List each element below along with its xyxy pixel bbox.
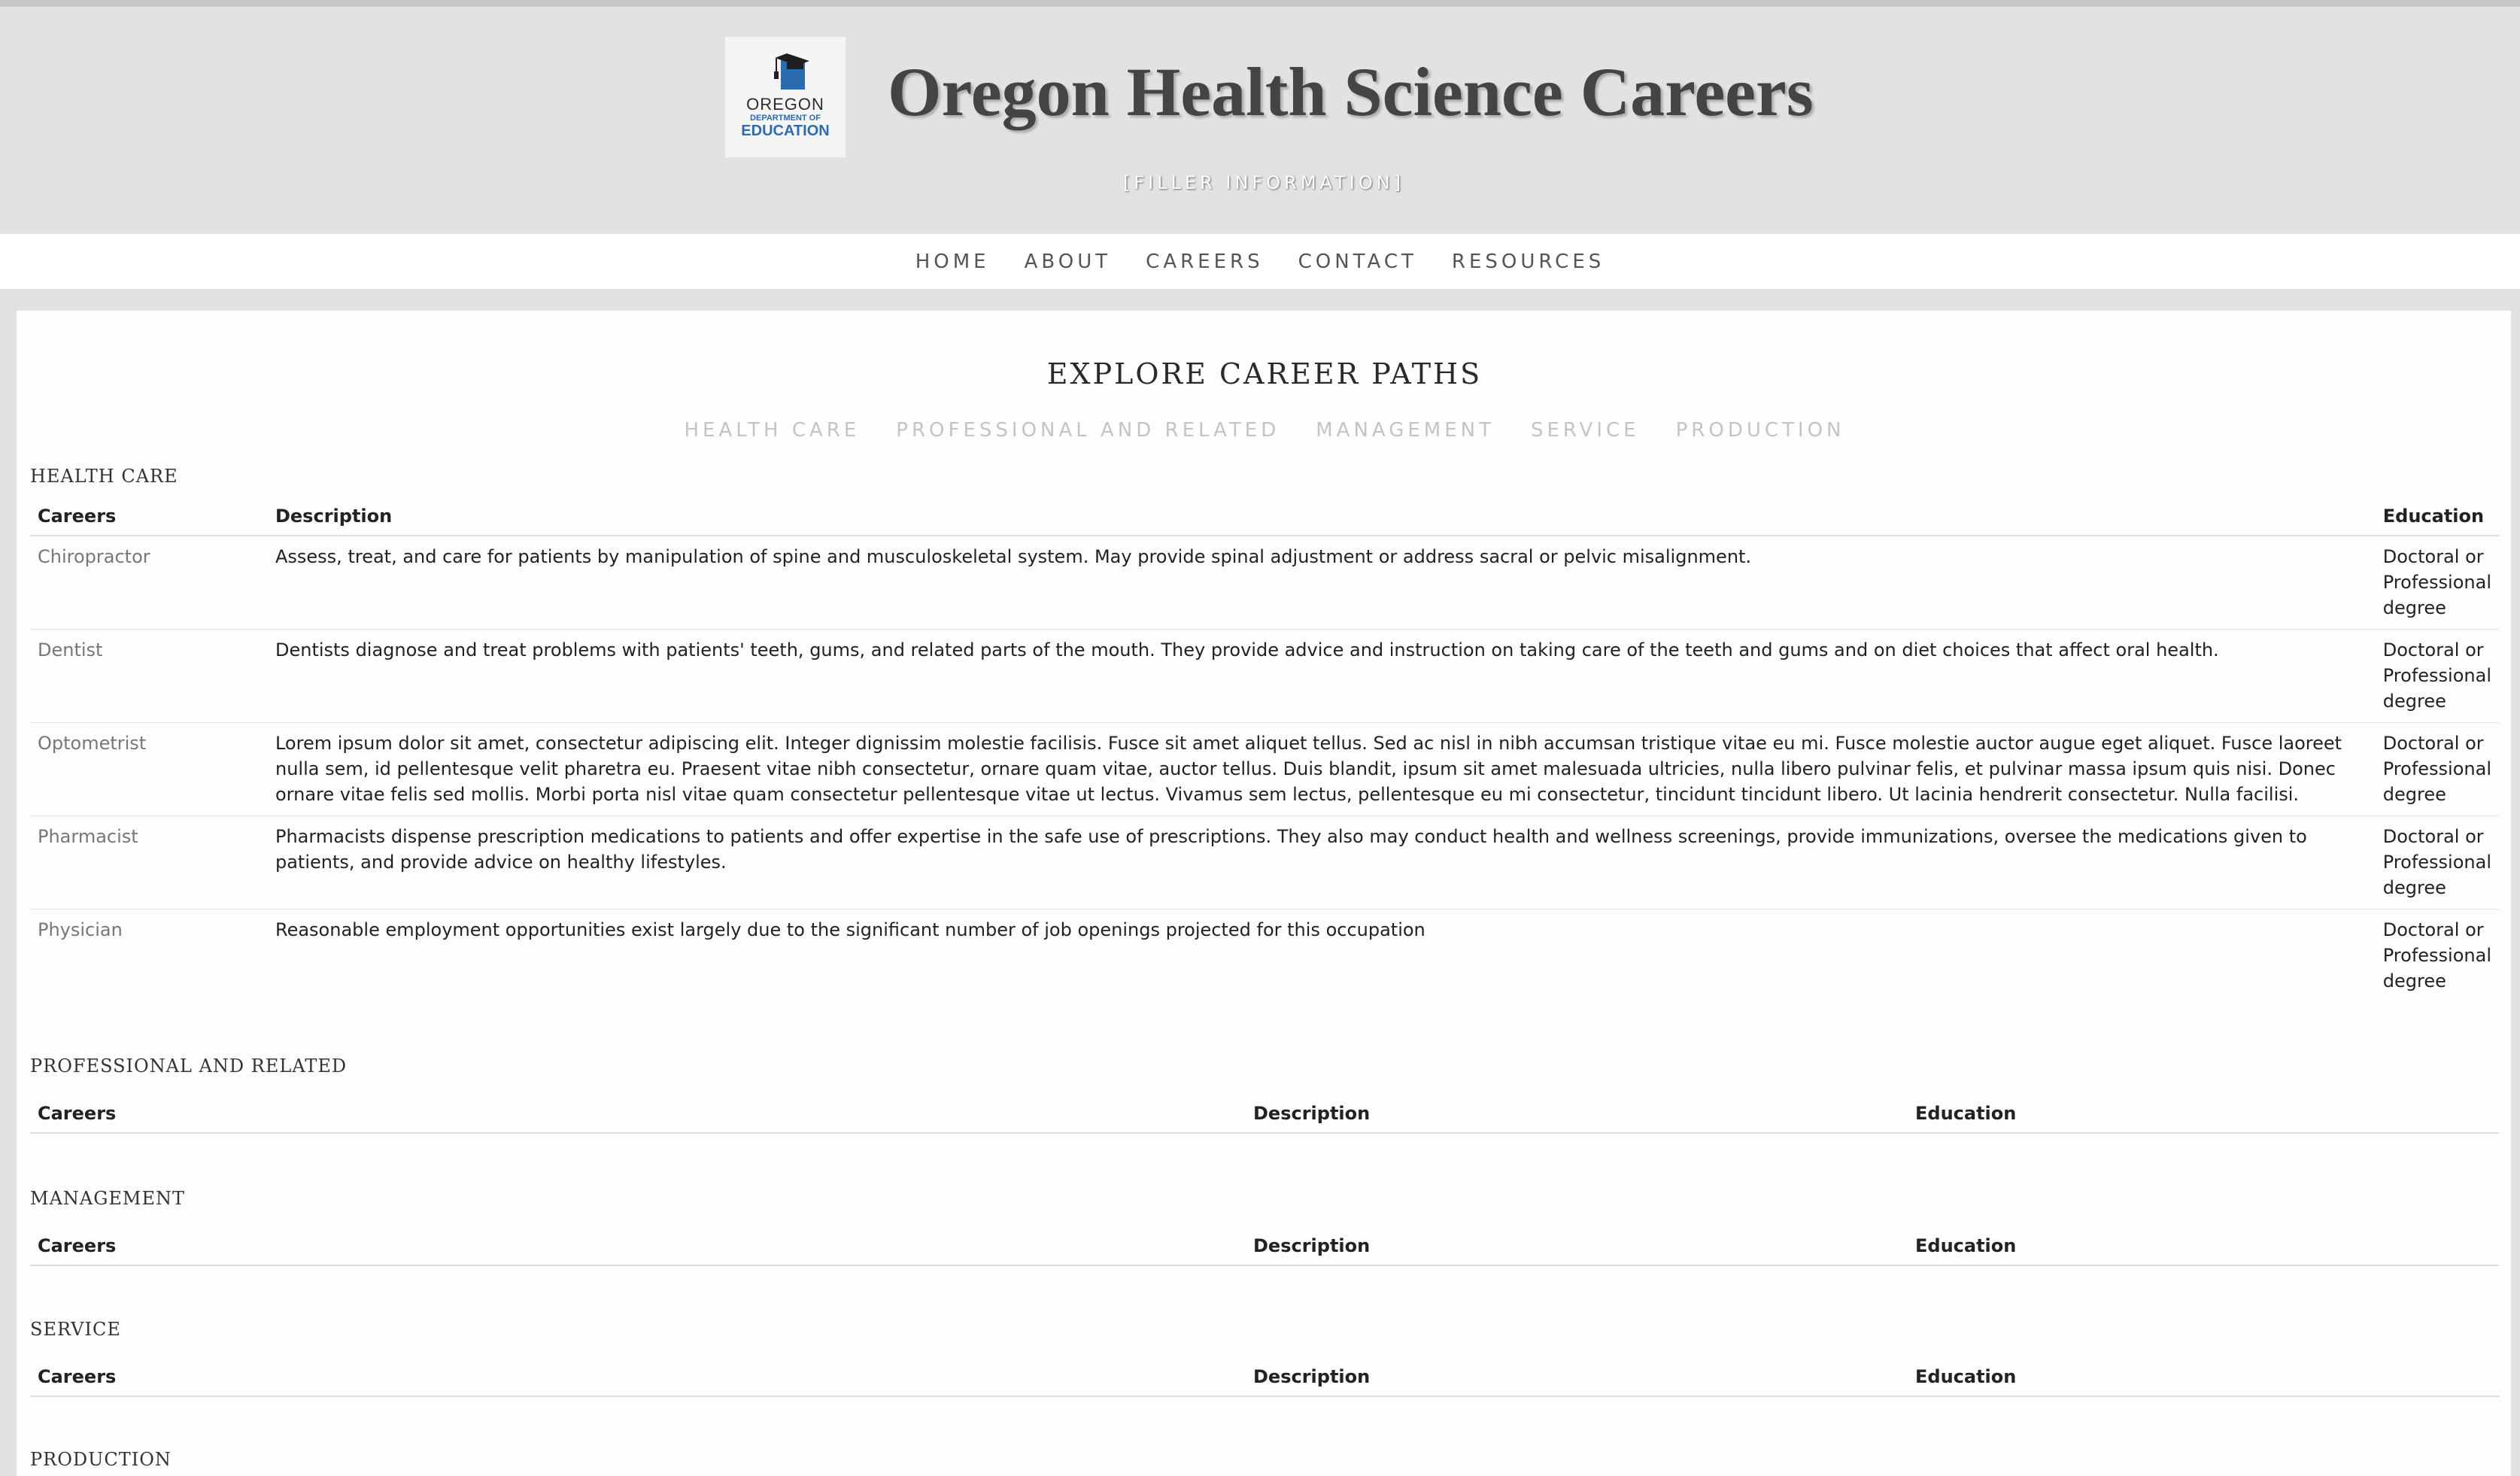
- column-header-description: Description: [1246, 1227, 1908, 1266]
- column-header-education: Education: [1908, 1095, 2499, 1134]
- section-heading-health-care: HEALTH CARE: [30, 466, 178, 487]
- nav-careers[interactable]: CAREERS: [1146, 251, 1263, 273]
- nav-home[interactable]: HOME: [915, 251, 990, 273]
- career-education: Doctoral or Professional degree: [2375, 815, 2499, 910]
- nav-resources[interactable]: RESOURCES: [1452, 251, 1605, 273]
- oregon-education-logo[interactable]: OREGON DEPARTMENT OF EDUCATION: [725, 37, 846, 157]
- career-description: Lorem ipsum dolor sit amet, consectetur …: [267, 722, 2376, 816]
- section-heading-professional-and-related: PROFESSIONAL AND RELATED: [30, 1055, 348, 1077]
- table-row: Dentist Dentists diagnose and treat prob…: [30, 629, 2499, 723]
- career-name[interactable]: Chiropractor: [30, 536, 268, 630]
- site-header: OREGON DEPARTMENT OF EDUCATION Oregon He…: [0, 7, 2520, 234]
- nav-contact[interactable]: CONTACT: [1298, 251, 1417, 273]
- career-education: Doctoral or Professional degree: [2375, 722, 2499, 816]
- tab-management[interactable]: MANAGEMENT: [1316, 419, 1495, 442]
- health-care-table: Careers Description Education Chiropract…: [30, 497, 2499, 1002]
- column-header-description: Description: [267, 497, 2376, 536]
- site-title[interactable]: Oregon Health Science Careers: [888, 50, 1866, 133]
- graduation-cap-icon: [751, 50, 820, 94]
- management-table: Careers Description Education: [30, 1227, 2499, 1266]
- main-nav: HOME ABOUT CAREERS CONTACT RESOURCES: [0, 234, 2520, 290]
- table-row: Physician Reasonable employment opportun…: [30, 909, 2499, 1002]
- section-heading-service: SERVICE: [30, 1319, 121, 1340]
- table-row: Pharmacist Pharmacists dispense prescrip…: [30, 815, 2499, 910]
- service-table: Careers Description Education: [30, 1358, 2499, 1397]
- table-header-row: Careers Description Education: [30, 1095, 2499, 1134]
- column-header-careers: Careers: [30, 1095, 1246, 1134]
- career-education: Doctoral or Professional degree: [2375, 536, 2499, 630]
- page-title: EXPLORE CAREER PATHS: [1046, 357, 1483, 390]
- column-header-careers: Careers: [30, 1227, 1246, 1266]
- table-header-row: Careers Description Education: [30, 1227, 2499, 1266]
- tab-health-care[interactable]: HEALTH CARE: [684, 419, 860, 442]
- career-name[interactable]: Physician: [30, 909, 268, 1002]
- career-description: Pharmacists dispense prescription medica…: [267, 815, 2376, 910]
- section-heading-production: PRODUCTION: [30, 1449, 172, 1470]
- column-header-education: Education: [1908, 1227, 2499, 1266]
- column-header-education: Education: [1908, 1358, 2499, 1397]
- nav-about[interactable]: ABOUT: [1025, 251, 1112, 273]
- professional-and-related-table: Careers Description Education: [30, 1095, 2499, 1134]
- column-header-careers: Careers: [30, 497, 268, 536]
- column-header-description: Description: [1246, 1358, 1908, 1397]
- career-name[interactable]: Dentist: [30, 629, 268, 723]
- table-header-row: Careers Description Education: [30, 1358, 2499, 1397]
- tab-service[interactable]: SERVICE: [1531, 419, 1640, 442]
- top-border: [0, 0, 2520, 7]
- career-education: Doctoral or Professional degree: [2382, 919, 2491, 992]
- site-tagline: [FILLER INFORMATION]: [1122, 172, 1405, 193]
- career-name[interactable]: Optometrist: [30, 722, 268, 816]
- table-row: Optometrist Lorem ipsum dolor sit amet, …: [30, 722, 2499, 816]
- logo-text-oregon: OREGON: [746, 95, 824, 114]
- tab-professional-and-related[interactable]: PROFESSIONAL AND RELATED: [896, 419, 1280, 442]
- column-header-description: Description: [1246, 1095, 1908, 1134]
- logo-text-education: EDUCATION: [741, 123, 830, 139]
- category-tabs: HEALTH CARE PROFESSIONAL AND RELATED MAN…: [17, 419, 2512, 442]
- tab-production[interactable]: PRODUCTION: [1676, 419, 1845, 442]
- career-name[interactable]: Pharmacist: [30, 815, 268, 910]
- table-header-row: Careers Description Education: [30, 497, 2499, 536]
- career-education: Doctoral or Professional degree: [2375, 629, 2499, 723]
- section-heading-management: MANAGEMENT: [30, 1188, 186, 1209]
- column-header-careers: Careers: [30, 1358, 1246, 1397]
- content-panel: EXPLORE CAREER PATHS HEALTH CARE PROFESS…: [16, 311, 2512, 1476]
- column-header-education: Education: [2375, 497, 2499, 536]
- career-description: Reasonable employment opportunities exis…: [275, 919, 1425, 940]
- table-row: Chiropractor Assess, treat, and care for…: [30, 536, 2499, 630]
- career-description: Dentists diagnose and treat problems wit…: [267, 629, 2376, 723]
- career-description: Assess, treat, and care for patients by …: [267, 536, 2376, 630]
